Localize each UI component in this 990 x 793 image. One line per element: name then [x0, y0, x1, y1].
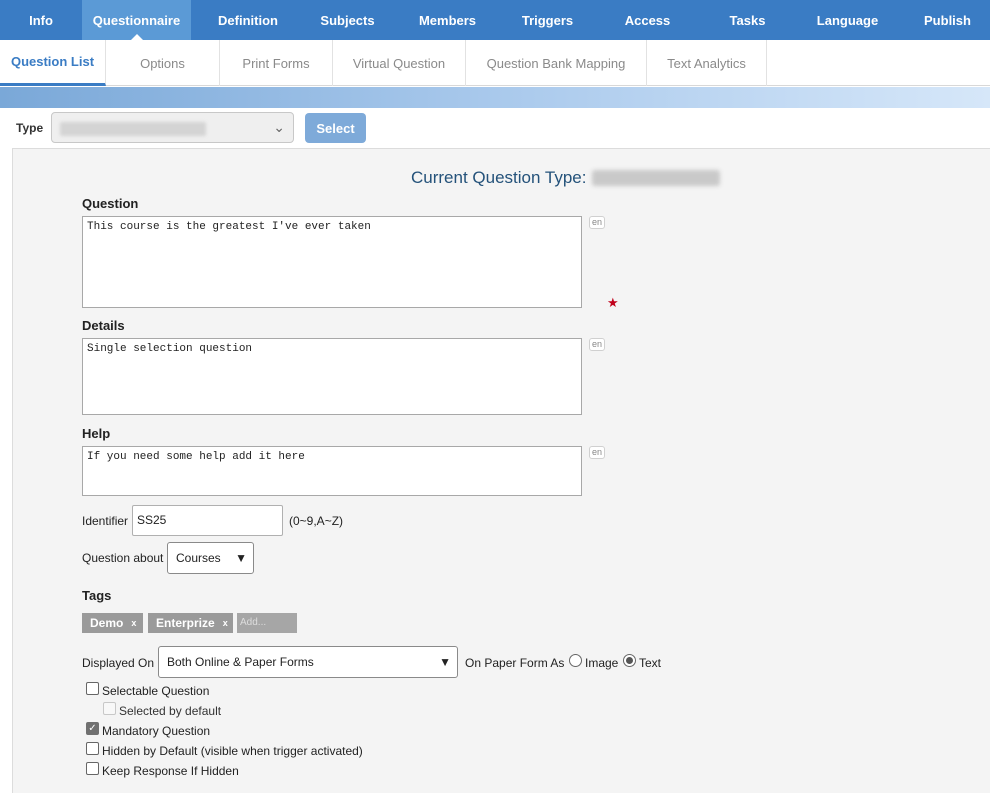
current-question-type-label: Current Question Type: [411, 168, 587, 187]
identifier-hint: (0~9,A~Z) [289, 514, 344, 528]
nav-tasks[interactable]: Tasks [705, 0, 790, 40]
select-button[interactable]: Select [305, 113, 366, 143]
required-star-icon: ★ [607, 295, 619, 310]
tab-print-forms[interactable]: Print Forms [220, 40, 333, 86]
selectable-question-checkbox[interactable] [86, 682, 99, 695]
text-radio-label: Text [639, 656, 662, 670]
nav-info[interactable]: Info [0, 0, 82, 40]
question-language-badge: en [589, 216, 606, 229]
displayed-on-value: Both Online & Paper Forms [167, 655, 314, 669]
tag-label: Demo [90, 616, 124, 630]
nav-subjects[interactable]: Subjects [305, 0, 390, 40]
remove-tag-icon[interactable]: x [131, 618, 136, 628]
help-label: Help [82, 426, 111, 441]
header-gradient-bar [0, 87, 990, 108]
identifier-label: Identifier [82, 514, 129, 528]
remove-tag-icon[interactable]: x [223, 618, 228, 628]
help-language-badge: en [589, 446, 606, 459]
tag-chip: Demo x [82, 613, 143, 633]
image-radio-label: Image [585, 656, 619, 670]
identifier-input[interactable]: SS25 [132, 505, 283, 536]
help-textarea[interactable]: If you need some help add it here [82, 446, 582, 496]
details-language-badge: en [589, 338, 606, 351]
keep-response-label: Keep Response If Hidden [102, 764, 239, 778]
text-radio[interactable] [623, 654, 636, 667]
tab-text-analytics[interactable]: Text Analytics [647, 40, 767, 86]
redacted-type-value [60, 122, 206, 136]
nav-members[interactable]: Members [390, 0, 505, 40]
tab-question-list[interactable]: Question List [0, 40, 106, 86]
selected-by-default-checkbox [103, 702, 116, 715]
hidden-by-default-label: Hidden by Default (visible when trigger … [102, 744, 363, 758]
nav-triggers[interactable]: Triggers [505, 0, 590, 40]
question-about-value: Courses [176, 551, 221, 565]
nav-access[interactable]: Access [590, 0, 705, 40]
mandatory-question-label: Mandatory Question [102, 724, 211, 738]
sub-tabs: Question List Options Print Forms Virtua… [0, 40, 990, 86]
nav-questionnaire[interactable]: Questionnaire [82, 0, 191, 40]
nav-definition[interactable]: Definition [191, 0, 305, 40]
selected-by-default-label: Selected by default [119, 704, 222, 718]
hidden-by-default-checkbox[interactable] [86, 742, 99, 755]
tag-label: Enterprize [156, 616, 215, 630]
keep-response-checkbox[interactable] [86, 762, 99, 775]
question-about-select[interactable]: Courses ▼ [167, 542, 254, 574]
image-radio[interactable] [569, 654, 582, 667]
details-textarea[interactable]: Single selection question [82, 338, 582, 415]
question-about-label: Question about [82, 551, 164, 565]
type-select[interactable]: ⌄ [51, 112, 294, 143]
add-tag-input[interactable]: Add... [237, 613, 297, 633]
question-label: Question [82, 196, 139, 211]
displayed-on-select[interactable]: Both Online & Paper Forms ▼ [158, 646, 458, 678]
redacted-current-type [592, 170, 720, 186]
chevron-down-icon: ▼ [235, 551, 247, 565]
question-textarea[interactable]: This course is the greatest I've ever ta… [82, 216, 582, 308]
tab-options[interactable]: Options [106, 40, 220, 86]
tag-chip: Enterprize x [148, 613, 233, 633]
mandatory-question-checkbox[interactable]: ✓ [86, 722, 99, 735]
tab-virtual-question[interactable]: Virtual Question [333, 40, 466, 86]
paper-form-label: On Paper Form As [465, 656, 565, 670]
tab-question-bank-mapping[interactable]: Question Bank Mapping [466, 40, 647, 86]
displayed-on-label: Displayed On [82, 656, 155, 670]
tags-label: Tags [82, 588, 112, 603]
selectable-question-label: Selectable Question [102, 684, 210, 698]
type-label: Type [16, 121, 44, 135]
chevron-down-icon: ▼ [439, 655, 451, 669]
nav-publish[interactable]: Publish [905, 0, 990, 40]
nav-language[interactable]: Language [790, 0, 905, 40]
details-label: Details [82, 318, 125, 333]
top-navigation: Info Questionnaire Definition Subjects M… [0, 0, 990, 40]
chevron-down-icon: ⌄ [273, 119, 285, 135]
